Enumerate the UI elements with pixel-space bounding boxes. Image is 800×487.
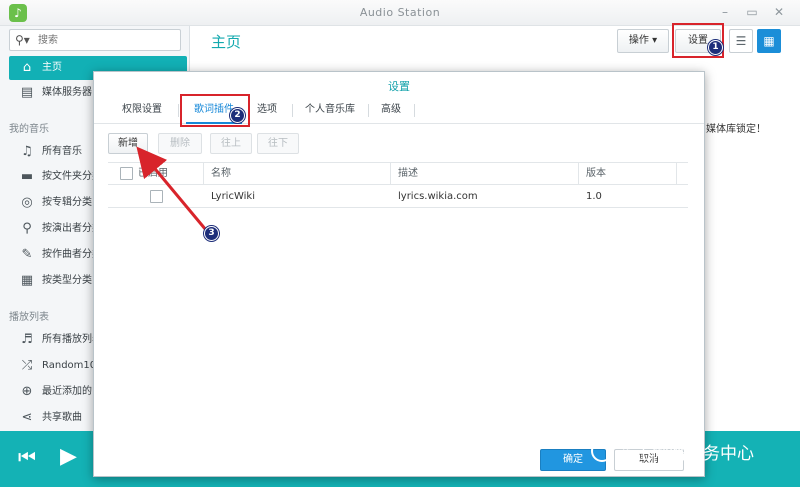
pen-icon: ✎ [21,247,33,262]
search-input[interactable] [38,32,168,48]
sidebar-item-label: 按专辑分类 [42,197,92,208]
enable-plugin-checkbox[interactable] [150,190,163,203]
step-2-marker: 2 [230,108,245,123]
add-button[interactable]: 新增 [108,133,148,154]
sidebar-item-label: 共享歌曲 [42,412,82,423]
album-icon: ◎ [21,195,33,210]
previous-track-icon[interactable]: ⏮ [18,445,36,469]
column-enabled[interactable]: 已启用 [138,163,168,185]
maximize-icon[interactable]: ▭ [745,5,759,19]
action-menu-button[interactable]: 操作 ▾ [617,29,669,53]
column-divider [676,163,677,185]
plus-circle-icon: ⊕ [21,384,33,399]
sidebar-item-label: 最近添加的 [42,386,92,397]
action-menu-label: 操作 [628,35,649,46]
plugin-version: 1.0 [586,191,602,202]
share-icon: ⋖ [21,410,33,425]
delete-button[interactable]: 删除 [158,133,202,154]
column-divider [203,163,204,185]
column-divider [578,163,579,185]
step-3-marker: 3 [204,226,219,241]
tab-divider [292,104,293,117]
list-view-icon[interactable]: ☰ [729,29,753,53]
sidebar-item-label: 主页 [42,62,62,73]
page-title: 主页 [211,33,242,51]
column-version[interactable]: 版本 [586,163,606,185]
watermark: 花王网络服务中心 [585,437,800,467]
plugin-description: lyrics.wikia.com [398,191,478,202]
section-my-music: 我的音乐 [9,124,49,135]
microphone-icon: ⚲ [22,221,32,236]
playlist-icon: ♬ [21,332,33,347]
media-server-icon: ▤ [20,85,34,100]
grid-icon: ▦ [20,273,34,288]
dialog-title: 设置 [388,80,410,93]
plugin-name: LyricWiki [211,191,255,202]
move-up-button[interactable]: 往上 [210,133,252,154]
home-icon: ⌂ [22,60,32,75]
window-title: Audio Station [359,6,441,19]
plugin-table: 已启用 名称 描述 版本 LyricWiki lyrics.wikia.com … [108,162,688,208]
tab-advanced[interactable]: 高级 [376,96,406,124]
column-description[interactable]: 描述 [398,163,418,185]
table-header: 已启用 名称 描述 版本 [108,163,688,185]
tab-divider [368,104,369,117]
select-all-checkbox[interactable] [120,167,133,180]
table-row[interactable]: LyricWiki lyrics.wikia.com 1.0 [108,185,688,208]
tab-divider [178,104,179,117]
close-icon[interactable]: ✕ [772,5,786,19]
watermark-text: 花王网络服务中心 [618,444,754,464]
column-divider [390,163,391,185]
sidebar-item-label: 所有音乐 [42,146,82,157]
folder-icon: ▬ [20,169,34,184]
library-note: 媒体库锁定！ [706,124,766,135]
tab-permissions[interactable]: 权限设置 [116,96,168,124]
column-name[interactable]: 名称 [211,163,231,185]
tab-options[interactable]: 选项 [252,96,282,124]
section-playlists: 播放列表 [9,312,49,323]
sidebar-item-label: 媒体服务器 [42,87,92,98]
tab-divider [414,104,415,117]
search-icon[interactable]: ⚲▾ [15,33,30,47]
move-down-button[interactable]: 往下 [257,133,299,154]
grid-view-icon[interactable]: ▦ [757,29,781,53]
chevron-down-icon: ▾ [652,35,658,46]
minimize-icon[interactable]: – [718,5,732,19]
tab-personal-library[interactable]: 个人音乐库 [302,96,358,124]
wechat-logo-icon [591,440,613,462]
music-note-icon: ♫ [21,144,33,159]
search-box[interactable]: ⚲▾ [9,29,181,51]
sidebar-item-label: 按类型分类 [42,275,92,286]
shuffle-icon: ⤮ [21,358,33,373]
settings-dialog: 设置 权限设置 歌词插件 选项 个人音乐库 高级 新增 删除 往上 往下 已启用… [93,71,705,477]
step-1-marker: 1 [708,40,723,55]
play-icon[interactable]: ▶ [60,444,77,469]
